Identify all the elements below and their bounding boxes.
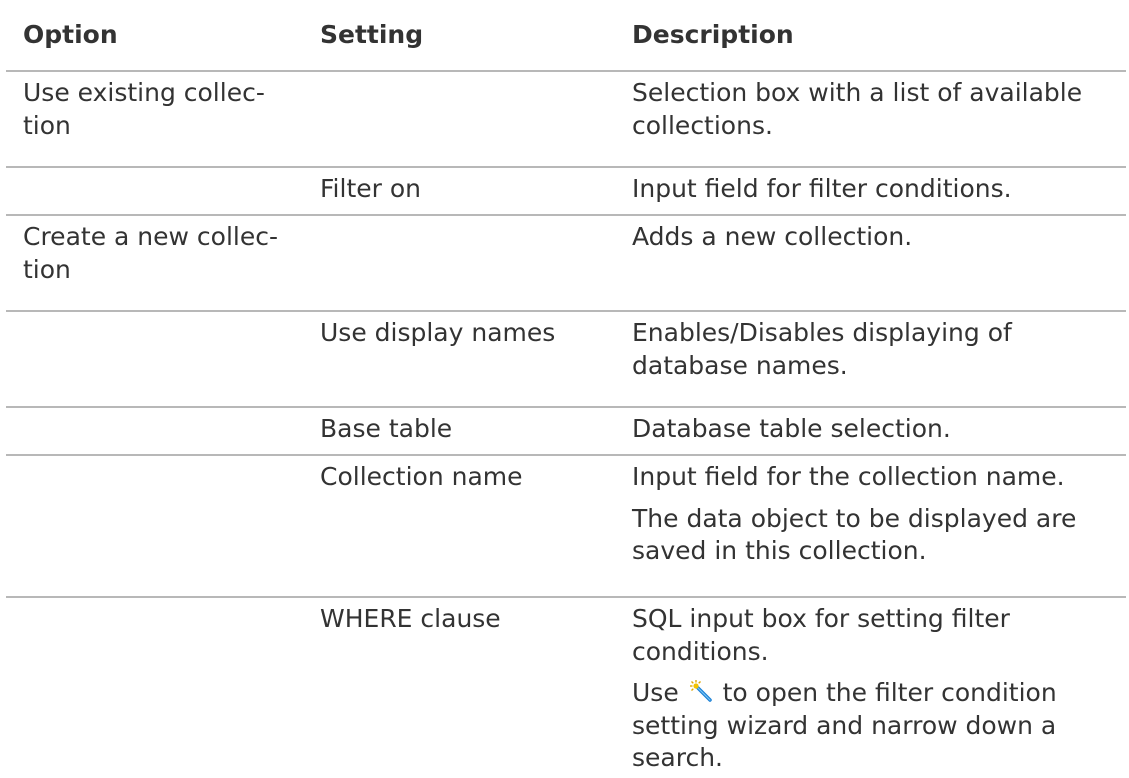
description-line: collections. [632, 110, 773, 140]
description-line: saved in this collection. [632, 536, 927, 565]
setting-cell: Use display names [320, 318, 556, 347]
description-cell: Adds a new collection. [632, 221, 1122, 254]
setting-cell: WHERE clause [320, 604, 501, 633]
description-cell: Input field for the collection name. The… [632, 461, 1122, 568]
table-row: Base table Database table selection. [6, 408, 1126, 456]
description-line: Enables/Disables displaying of [632, 318, 1012, 347]
setting-cell: Base table [320, 414, 453, 443]
description-line: search. [632, 743, 723, 772]
header-description: Description [632, 20, 794, 49]
description-cell: Enables/Disables displaying of database … [632, 317, 1122, 382]
setting-cell: Filter on [320, 174, 422, 203]
option-line: tion [23, 110, 71, 140]
description-line: Use to open the filter condition [632, 677, 1122, 710]
table-row: Create a new collec- tion Adds a new col… [6, 216, 1126, 312]
description-cell: SQL input box for setting filter conditi… [632, 603, 1122, 775]
description-line: Input field for the collection name. [632, 462, 1065, 491]
header-setting: Setting [320, 20, 424, 49]
description-line: conditions. [632, 636, 769, 666]
option-line: Create a new collec- [23, 222, 278, 251]
description-line: Input field for filter conditions. [632, 174, 1012, 203]
description-cell: Selection box with a list of available c… [632, 77, 1122, 142]
option-cell: Create a new collec- tion [23, 221, 293, 286]
table-row: Use display names Enables/Disables displ… [6, 312, 1126, 408]
option-cell: Use existing collec- tion [23, 77, 293, 142]
description-line: Adds a new collection. [632, 222, 913, 251]
option-line: tion [23, 254, 71, 284]
description-line: database names. [632, 350, 848, 380]
description-line: setting wizard and narrow down a [632, 710, 1057, 740]
description-text: Use [632, 678, 679, 707]
table-row: Use existing collec- tion Selection box … [6, 72, 1126, 168]
description-line: The data object to be displayed are [632, 503, 1077, 533]
setting-cell: Collection name [320, 462, 523, 491]
description-line: Selection box with a list of available [632, 78, 1083, 107]
option-line: Use existing collec- [23, 78, 265, 107]
description-cell: Database table selection. [632, 413, 1122, 446]
table-row: WHERE clause SQL input box for setting f… [6, 598, 1126, 778]
table-row: Filter on Input field for filter conditi… [6, 168, 1126, 216]
description-text: to open the filter condition [722, 678, 1057, 707]
description-cell: Input field for filter conditions. [632, 173, 1122, 206]
description-line: SQL input box for setting filter [632, 604, 1010, 633]
header-option: Option [23, 20, 118, 49]
table-header: Option Setting Description [6, 0, 1126, 72]
options-table: Option Setting Description Use existing … [6, 0, 1126, 778]
description-line: Database table selection. [632, 414, 951, 443]
table-row: Collection name Input field for the coll… [6, 456, 1126, 598]
magic-wand-icon [689, 679, 713, 703]
